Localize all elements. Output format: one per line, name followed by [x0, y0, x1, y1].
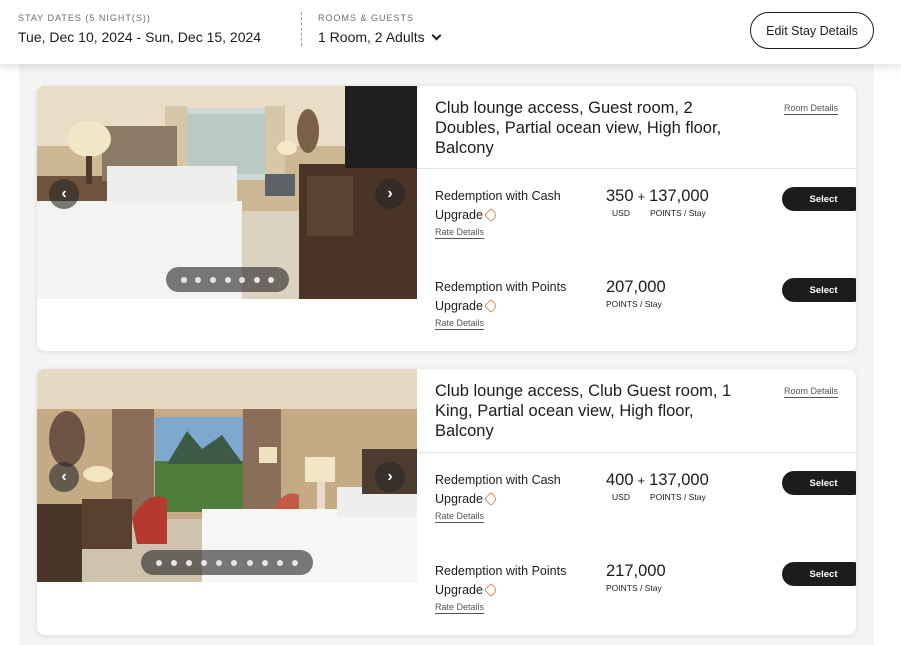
carousel-dot[interactable] [171, 559, 178, 566]
carousel-dot[interactable] [268, 276, 275, 283]
points-unit: POINTS / Stay [606, 299, 662, 309]
carousel-dot[interactable] [276, 559, 283, 566]
cash-unit: USD [612, 208, 630, 218]
rooms-guests-group[interactable]: ROOMS & GUESTS 1 Room, 2 Adults [318, 13, 442, 45]
carousel-dot[interactable] [246, 559, 253, 566]
rate-option-points: Redemption with Points Upgrade Rate Deta… [435, 562, 856, 622]
upgrade-label: Upgrade [435, 583, 483, 597]
chevron-left-icon[interactable]: ‹ [49, 462, 79, 492]
rate-name: Redemption with Points Upgrade [435, 562, 585, 600]
carousel-dot[interactable] [253, 276, 260, 283]
rate-option-cash: Redemption with Cash Upgrade Rate Detail… [435, 187, 856, 247]
carousel-dot[interactable] [261, 559, 268, 566]
carousel-dot[interactable] [186, 559, 193, 566]
rate-option-cash: Redemption with Cash Upgrade Rate Detail… [435, 471, 856, 531]
room-details-link[interactable]: Room Details [784, 103, 839, 115]
carousel-dot[interactable] [180, 276, 187, 283]
rate-details-link[interactable]: Rate Details [435, 602, 485, 614]
room-title: Club lounge access, Guest room, 2 Double… [435, 99, 722, 157]
points-unit: POINTS / Stay [650, 208, 706, 218]
carousel-dot[interactable] [201, 559, 208, 566]
rate-name: Redemption with Cash Upgrade [435, 471, 585, 509]
select-button[interactable]: Select [782, 278, 856, 302]
points-amount: 137,000 [649, 187, 709, 205]
rate-name-line: Redemption with Points [435, 564, 567, 578]
price-block: 207,000 POINTS / Stay [606, 278, 666, 309]
rate-name-line: Redemption with Cash [435, 473, 561, 487]
stay-summary-header: STAY DATES (5 NIGHT(S)) Tue, Dec 10, 202… [0, 0, 901, 64]
rate-name-line: Redemption with Points [435, 280, 567, 294]
select-button[interactable]: Select [782, 187, 856, 211]
stay-dates-group[interactable]: STAY DATES (5 NIGHT(S)) Tue, Dec 10, 202… [18, 13, 261, 45]
rate-details-link[interactable]: Rate Details [435, 318, 485, 330]
carousel-dot[interactable] [195, 276, 202, 283]
chevron-down-icon[interactable] [431, 30, 442, 40]
room-card: ‹ › Club lounge access, Club Guest room,… [37, 369, 856, 635]
rooms-guests-label: ROOMS & GUESTS [318, 13, 415, 23]
plus-sign: + [637, 473, 646, 488]
points-amount: 137,000 [649, 471, 709, 489]
upgrade-label: Upgrade [435, 492, 483, 506]
carousel-dot[interactable] [291, 559, 298, 566]
points-amount: 217,000 [606, 562, 666, 580]
rooms-guests-value: 1 Room, 2 Adults [318, 29, 425, 45]
rate-details-link[interactable]: Rate Details [435, 511, 485, 523]
carousel-dot[interactable] [239, 276, 246, 283]
cash-amount: 350 [606, 187, 634, 205]
divider [417, 168, 856, 169]
price-block: 350 + 137,000 USD POINTS / Stay [606, 187, 709, 218]
cash-amount: 400 [606, 471, 634, 489]
rate-name-line: Redemption with Cash [435, 189, 561, 203]
chevron-right-icon[interactable]: › [375, 179, 405, 209]
select-button[interactable]: Select [782, 562, 856, 586]
price-block: 400 + 137,000 USD POINTS / Stay [606, 471, 709, 502]
carousel-dot[interactable] [209, 276, 216, 283]
carousel-dot[interactable] [156, 559, 163, 566]
chevron-left-icon[interactable]: ‹ [49, 179, 79, 209]
cash-unit: USD [612, 492, 630, 502]
carousel-dot[interactable] [224, 276, 231, 283]
carousel-indicators [141, 550, 313, 575]
tag-icon [483, 582, 499, 598]
rate-details-link[interactable]: Rate Details [435, 227, 485, 239]
room-card: ‹ › Club lounge access, Guest room, 2 Do… [37, 86, 856, 351]
points-unit: POINTS / Stay [650, 492, 706, 502]
rate-option-points: Redemption with Points Upgrade Rate Deta… [435, 278, 856, 338]
rate-name: Redemption with Points Upgrade [435, 278, 585, 316]
carousel-dot[interactable] [231, 559, 238, 566]
room-title: Club lounge access, Club Guest room, 1 K… [435, 382, 732, 440]
upgrade-label: Upgrade [435, 208, 483, 222]
tag-icon [483, 298, 499, 314]
edit-stay-details-button[interactable]: Edit Stay Details [750, 12, 874, 49]
header-divider [301, 12, 302, 46]
upgrade-label: Upgrade [435, 299, 483, 313]
rooms-guests-dropdown[interactable]: 1 Room, 2 Adults [318, 29, 442, 45]
rate-name: Redemption with Cash Upgrade [435, 187, 585, 225]
tag-icon [483, 207, 499, 223]
chevron-right-icon[interactable]: › [375, 462, 405, 492]
stay-dates-value[interactable]: Tue, Dec 10, 2024 - Sun, Dec 15, 2024 [18, 29, 261, 45]
divider [417, 452, 856, 453]
select-button[interactable]: Select [782, 471, 856, 495]
room-details-link[interactable]: Room Details [784, 386, 839, 398]
plus-sign: + [637, 189, 646, 204]
carousel-indicators [166, 267, 289, 292]
price-block: 217,000 POINTS / Stay [606, 562, 666, 593]
stay-dates-label: STAY DATES (5 NIGHT(S)) [18, 13, 151, 23]
tag-icon [483, 491, 499, 507]
points-amount: 207,000 [606, 278, 666, 296]
points-unit: POINTS / Stay [606, 583, 662, 593]
carousel-dot[interactable] [216, 559, 223, 566]
